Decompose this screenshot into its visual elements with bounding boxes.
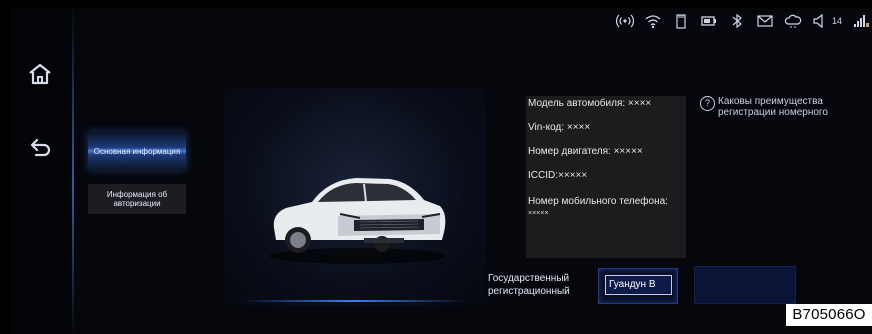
vin-info: Vin-код: ×××× xyxy=(528,122,591,133)
figure-code: B705066O xyxy=(786,304,872,326)
bluetooth-icon xyxy=(732,13,742,29)
vehicle-info-box: Модель автомобиля: ×××× Vin-код: ×××× Но… xyxy=(526,96,686,258)
mail-icon xyxy=(757,15,773,27)
volume-icon xyxy=(813,13,823,29)
hotspot-icon xyxy=(615,14,634,28)
signal-icon xyxy=(854,15,869,27)
menu-item-basic-info[interactable]: Основная информация xyxy=(88,132,186,170)
back-button[interactable] xyxy=(20,130,60,166)
home-button[interactable] xyxy=(20,56,60,92)
plate-number-field[interactable] xyxy=(694,266,796,304)
volume-level: 14 xyxy=(831,16,842,26)
back-arrow-icon xyxy=(30,138,51,157)
vehicle-image-panel xyxy=(224,88,486,306)
iccid-info: ICCID:××××× xyxy=(528,170,588,181)
help-text: Каковы преимущества регистрации номерног… xyxy=(718,96,828,118)
plate-region-value: Гуандун В xyxy=(605,275,672,295)
wifi-icon xyxy=(645,15,661,29)
model-info: Модель автомобиля: ×××× xyxy=(528,98,652,109)
engine-info: Номер двигателя: ××××× xyxy=(528,146,643,157)
battery-icon xyxy=(701,16,716,26)
plate-region-field[interactable]: Гуандун В xyxy=(598,268,678,304)
car-image xyxy=(269,178,446,264)
question-icon: ? xyxy=(700,96,715,111)
phone-value: ××××× xyxy=(528,210,549,217)
rail-divider xyxy=(72,8,74,334)
phone-label: Номер мобильного телефона: xyxy=(528,196,668,207)
home-icon xyxy=(29,63,51,85)
status-bar: 14 xyxy=(615,10,872,32)
head-unit-screen: 14 Основная информация Информация об авт… xyxy=(10,8,872,334)
cloud-icon xyxy=(784,14,802,28)
plate-label: Государственный регистрационный xyxy=(488,273,570,297)
sd-card-icon xyxy=(676,14,686,29)
menu-item-label: Информация об авторизации xyxy=(106,190,168,208)
menu-item-authorization-info[interactable]: Информация об авторизации xyxy=(88,184,186,214)
menu-item-label: Основная информация xyxy=(93,146,181,156)
panel-highlight-line xyxy=(242,300,466,302)
plate-registration-help[interactable]: ? Каковы преимущества регистрации номерн… xyxy=(700,96,840,118)
